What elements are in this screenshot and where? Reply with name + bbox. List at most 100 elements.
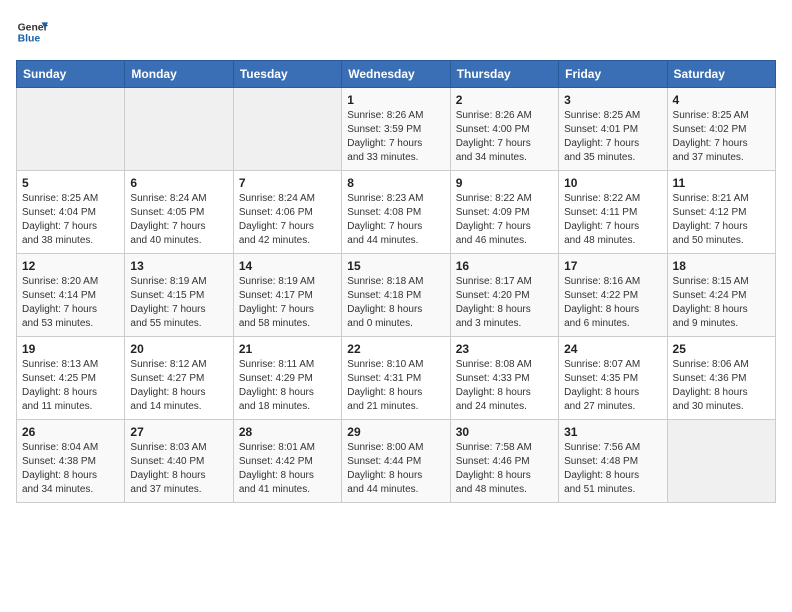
logo: General Blue — [16, 16, 48, 48]
calendar-cell: 12 Sunrise: 8:20 AM Sunset: 4:14 PM Dayli… — [17, 254, 125, 337]
day-number: 24 — [564, 342, 661, 356]
weekday-header: Wednesday — [342, 61, 450, 88]
day-info: Sunrise: 8:15 AM Sunset: 4:24 PM Dayligh… — [673, 275, 770, 331]
calendar-header-row: SundayMondayTuesdayWednesdayThursdayFrid… — [17, 61, 776, 88]
day-info: Sunrise: 8:20 AM Sunset: 4:14 PM Dayligh… — [22, 275, 119, 331]
day-info: Sunrise: 7:58 AM Sunset: 4:46 PM Dayligh… — [456, 441, 553, 497]
day-info: Sunrise: 8:00 AM Sunset: 4:44 PM Dayligh… — [347, 441, 444, 497]
day-info: Sunrise: 8:01 AM Sunset: 4:42 PM Dayligh… — [239, 441, 336, 497]
calendar-cell: 21 Sunrise: 8:11 AM Sunset: 4:29 PM Dayli… — [233, 337, 341, 420]
calendar-cell: 9 Sunrise: 8:22 AM Sunset: 4:09 PM Daylig… — [450, 171, 558, 254]
day-number: 11 — [673, 176, 770, 190]
calendar-week-row: 1Sunrise: 8:26 AM Sunset: 3:59 PM Daylig… — [17, 88, 776, 171]
calendar-cell: 2Sunrise: 8:26 AM Sunset: 4:00 PM Daylig… — [450, 88, 558, 171]
day-info: Sunrise: 8:06 AM Sunset: 4:36 PM Dayligh… — [673, 358, 770, 414]
day-info: Sunrise: 8:25 AM Sunset: 4:01 PM Dayligh… — [564, 109, 661, 165]
weekday-header: Monday — [125, 61, 233, 88]
svg-text:Blue: Blue — [18, 34, 41, 45]
page-header: General Blue — [16, 16, 776, 48]
day-number: 22 — [347, 342, 444, 356]
calendar-cell: 17Sunrise: 8:16 AM Sunset: 4:22 PM Dayli… — [559, 254, 667, 337]
calendar-cell: 29 Sunrise: 8:00 AM Sunset: 4:44 PM Dayli… — [342, 420, 450, 503]
calendar-cell: 25 Sunrise: 8:06 AM Sunset: 4:36 PM Dayli… — [667, 337, 775, 420]
weekday-header: Friday — [559, 61, 667, 88]
day-info: Sunrise: 8:04 AM Sunset: 4:38 PM Dayligh… — [22, 441, 119, 497]
day-number: 12 — [22, 259, 119, 273]
day-info: Sunrise: 8:03 AM Sunset: 4:40 PM Dayligh… — [130, 441, 227, 497]
day-info: Sunrise: 8:12 AM Sunset: 4:27 PM Dayligh… — [130, 358, 227, 414]
day-number: 3 — [564, 93, 661, 107]
calendar-cell: 1Sunrise: 8:26 AM Sunset: 3:59 PM Daylig… — [342, 88, 450, 171]
calendar-cell: 20 Sunrise: 8:12 AM Sunset: 4:27 PM Dayli… — [125, 337, 233, 420]
calendar-cell: 23Sunrise: 8:08 AM Sunset: 4:33 PM Dayli… — [450, 337, 558, 420]
day-number: 10 — [564, 176, 661, 190]
calendar-cell: 10 Sunrise: 8:22 AM Sunset: 4:11 PM Dayli… — [559, 171, 667, 254]
day-info: Sunrise: 8:18 AM Sunset: 4:18 PM Dayligh… — [347, 275, 444, 331]
day-info: Sunrise: 8:25 AM Sunset: 4:04 PM Dayligh… — [22, 192, 119, 248]
day-number: 9 — [456, 176, 553, 190]
logo-icon: General Blue — [16, 16, 48, 48]
day-number: 16 — [456, 259, 553, 273]
day-number: 17 — [564, 259, 661, 273]
calendar-cell: 11 Sunrise: 8:21 AM Sunset: 4:12 PM Dayli… — [667, 171, 775, 254]
day-number: 29 — [347, 425, 444, 439]
calendar-cell — [667, 420, 775, 503]
day-info: Sunrise: 8:23 AM Sunset: 4:08 PM Dayligh… — [347, 192, 444, 248]
day-info: Sunrise: 8:25 AM Sunset: 4:02 PM Dayligh… — [673, 109, 770, 165]
day-info: Sunrise: 8:22 AM Sunset: 4:09 PM Dayligh… — [456, 192, 553, 248]
calendar-week-row: 12 Sunrise: 8:20 AM Sunset: 4:14 PM Dayli… — [17, 254, 776, 337]
calendar-body: 1Sunrise: 8:26 AM Sunset: 3:59 PM Daylig… — [17, 88, 776, 503]
calendar-cell: 30 Sunrise: 7:58 AM Sunset: 4:46 PM Dayli… — [450, 420, 558, 503]
calendar-cell: 5 Sunrise: 8:25 AM Sunset: 4:04 PM Daylig… — [17, 171, 125, 254]
calendar-cell — [233, 88, 341, 171]
calendar-cell: 26Sunrise: 8:04 AM Sunset: 4:38 PM Dayli… — [17, 420, 125, 503]
day-number: 21 — [239, 342, 336, 356]
day-number: 27 — [130, 425, 227, 439]
day-number: 25 — [673, 342, 770, 356]
weekday-header: Tuesday — [233, 61, 341, 88]
day-number: 20 — [130, 342, 227, 356]
day-info: Sunrise: 8:19 AM Sunset: 4:15 PM Dayligh… — [130, 275, 227, 331]
weekday-header: Thursday — [450, 61, 558, 88]
day-info: Sunrise: 8:17 AM Sunset: 4:20 PM Dayligh… — [456, 275, 553, 331]
day-info: Sunrise: 8:13 AM Sunset: 4:25 PM Dayligh… — [22, 358, 119, 414]
day-info: Sunrise: 8:19 AM Sunset: 4:17 PM Dayligh… — [239, 275, 336, 331]
calendar-cell — [17, 88, 125, 171]
calendar-week-row: 26Sunrise: 8:04 AM Sunset: 4:38 PM Dayli… — [17, 420, 776, 503]
day-number: 18 — [673, 259, 770, 273]
day-info: Sunrise: 8:26 AM Sunset: 4:00 PM Dayligh… — [456, 109, 553, 165]
calendar-cell: 15Sunrise: 8:18 AM Sunset: 4:18 PM Dayli… — [342, 254, 450, 337]
day-info: Sunrise: 8:10 AM Sunset: 4:31 PM Dayligh… — [347, 358, 444, 414]
day-number: 5 — [22, 176, 119, 190]
day-info: Sunrise: 7:56 AM Sunset: 4:48 PM Dayligh… — [564, 441, 661, 497]
weekday-header: Saturday — [667, 61, 775, 88]
calendar-cell: 8 Sunrise: 8:23 AM Sunset: 4:08 PM Daylig… — [342, 171, 450, 254]
calendar-cell: 22 Sunrise: 8:10 AM Sunset: 4:31 PM Dayli… — [342, 337, 450, 420]
day-info: Sunrise: 8:11 AM Sunset: 4:29 PM Dayligh… — [239, 358, 336, 414]
weekday-header: Sunday — [17, 61, 125, 88]
calendar-cell: 16 Sunrise: 8:17 AM Sunset: 4:20 PM Dayli… — [450, 254, 558, 337]
day-info: Sunrise: 8:07 AM Sunset: 4:35 PM Dayligh… — [564, 358, 661, 414]
calendar-cell: 13 Sunrise: 8:19 AM Sunset: 4:15 PM Dayli… — [125, 254, 233, 337]
calendar-cell: 31 Sunrise: 7:56 AM Sunset: 4:48 PM Dayli… — [559, 420, 667, 503]
day-number: 30 — [456, 425, 553, 439]
calendar-cell: 3 Sunrise: 8:25 AM Sunset: 4:01 PM Daylig… — [559, 88, 667, 171]
day-number: 7 — [239, 176, 336, 190]
calendar-cell: 14 Sunrise: 8:19 AM Sunset: 4:17 PM Dayli… — [233, 254, 341, 337]
calendar-cell: 28 Sunrise: 8:01 AM Sunset: 4:42 PM Dayli… — [233, 420, 341, 503]
day-number: 13 — [130, 259, 227, 273]
day-number: 19 — [22, 342, 119, 356]
calendar-cell: 18 Sunrise: 8:15 AM Sunset: 4:24 PM Dayli… — [667, 254, 775, 337]
calendar-cell: 4Sunrise: 8:25 AM Sunset: 4:02 PM Daylig… — [667, 88, 775, 171]
calendar-cell: 27 Sunrise: 8:03 AM Sunset: 4:40 PM Dayli… — [125, 420, 233, 503]
day-info: Sunrise: 8:08 AM Sunset: 4:33 PM Dayligh… — [456, 358, 553, 414]
calendar-cell: 7Sunrise: 8:24 AM Sunset: 4:06 PM Daylig… — [233, 171, 341, 254]
day-info: Sunrise: 8:21 AM Sunset: 4:12 PM Dayligh… — [673, 192, 770, 248]
day-info: Sunrise: 8:26 AM Sunset: 3:59 PM Dayligh… — [347, 109, 444, 165]
day-number: 14 — [239, 259, 336, 273]
day-number: 8 — [347, 176, 444, 190]
day-info: Sunrise: 8:22 AM Sunset: 4:11 PM Dayligh… — [564, 192, 661, 248]
day-number: 28 — [239, 425, 336, 439]
calendar-week-row: 19 Sunrise: 8:13 AM Sunset: 4:25 PM Dayli… — [17, 337, 776, 420]
day-number: 31 — [564, 425, 661, 439]
